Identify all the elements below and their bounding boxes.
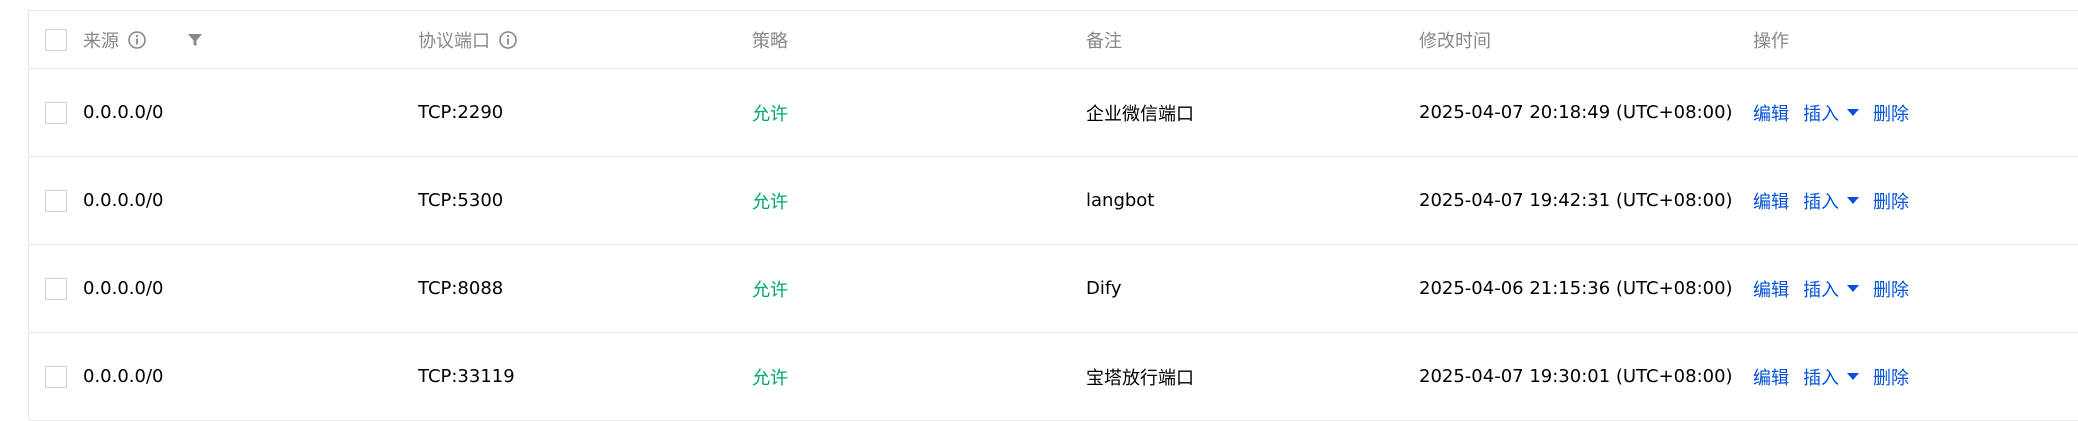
- table-row: 0.0.0.0/0 TCP:33119 允许 宝塔放行端口 2025-04-07…: [29, 333, 2078, 421]
- insert-link[interactable]: 插入: [1803, 364, 1839, 390]
- header-modified-time-label: 修改时间: [1419, 30, 1491, 52]
- edit-link[interactable]: 编辑: [1753, 364, 1789, 390]
- row-policy: 允许: [752, 279, 788, 301]
- row-note: 宝塔放行端口: [1086, 367, 1194, 389]
- header-note: 备注: [1086, 11, 1122, 68]
- header-source-label: 来源: [83, 30, 119, 52]
- row-protocol-port: TCP:2290: [418, 102, 504, 123]
- info-circle-icon[interactable]: [127, 30, 147, 50]
- edit-link[interactable]: 编辑: [1753, 100, 1789, 126]
- delete-link[interactable]: 删除: [1873, 364, 1909, 390]
- table-row: 0.0.0.0/0 TCP:8088 允许 Dify 2025-04-06 21…: [29, 245, 2078, 333]
- header-policy-label: 策略: [752, 30, 788, 52]
- edit-link[interactable]: 编辑: [1753, 276, 1789, 302]
- edit-link[interactable]: 编辑: [1753, 188, 1789, 214]
- info-circle-icon[interactable]: [498, 30, 518, 50]
- delete-link[interactable]: 删除: [1873, 276, 1909, 302]
- row-checkbox[interactable]: [45, 277, 67, 300]
- row-protocol-port: TCP:8088: [418, 278, 504, 299]
- row-actions: 编辑 插入 删除: [1753, 333, 1909, 420]
- row-modified-time: 2025-04-07 19:42:31 (UTC+08:00): [1419, 190, 1733, 211]
- row-note: 企业微信端口: [1086, 103, 1194, 125]
- row-policy: 允许: [752, 103, 788, 125]
- header-policy: 策略: [752, 11, 788, 68]
- row-modified-time: 2025-04-06 21:15:36 (UTC+08:00): [1419, 278, 1733, 299]
- row-source: 0.0.0.0/0: [83, 366, 164, 387]
- row-protocol-port: TCP:33119: [418, 366, 515, 387]
- row-actions: 编辑 插入 删除: [1753, 69, 1909, 156]
- caret-down-icon[interactable]: [1847, 197, 1859, 204]
- header-modified-time: 修改时间: [1419, 11, 1491, 68]
- header-actions: 操作: [1753, 11, 1789, 68]
- header-note-label: 备注: [1086, 30, 1122, 52]
- row-modified-time: 2025-04-07 20:18:49 (UTC+08:00): [1419, 102, 1733, 123]
- table-header: 来源 协议端口 策略 备注 修改时间 操作: [29, 11, 2078, 69]
- row-source: 0.0.0.0/0: [83, 278, 164, 299]
- caret-down-icon[interactable]: [1847, 285, 1859, 292]
- header-source: 来源: [83, 11, 147, 68]
- row-actions: 编辑 插入 删除: [1753, 245, 1909, 332]
- caret-down-icon[interactable]: [1847, 109, 1859, 116]
- row-note: langbot: [1086, 190, 1155, 211]
- row-policy: 允许: [752, 191, 788, 213]
- delete-link[interactable]: 删除: [1873, 188, 1909, 214]
- table-row: 0.0.0.0/0 TCP:2290 允许 企业微信端口 2025-04-07 …: [29, 69, 2078, 157]
- header-protocol-port: 协议端口: [418, 11, 518, 68]
- insert-link[interactable]: 插入: [1803, 188, 1839, 214]
- row-policy: 允许: [752, 367, 788, 389]
- row-note: Dify: [1086, 278, 1122, 299]
- row-checkbox[interactable]: [45, 101, 67, 124]
- row-source: 0.0.0.0/0: [83, 102, 164, 123]
- row-actions: 编辑 插入 删除: [1753, 157, 1909, 244]
- caret-down-icon[interactable]: [1847, 373, 1859, 380]
- header-protocol-port-label: 协议端口: [418, 30, 490, 52]
- row-modified-time: 2025-04-07 19:30:01 (UTC+08:00): [1419, 366, 1733, 387]
- header-filter: [185, 11, 205, 68]
- row-source: 0.0.0.0/0: [83, 190, 164, 211]
- row-checkbox[interactable]: [45, 189, 67, 212]
- filter-icon[interactable]: [185, 30, 205, 50]
- security-group-rules-table: 来源 协议端口 策略 备注 修改时间 操作 0.0.0.0/0 TCP:2290…: [28, 10, 2078, 421]
- row-checkbox[interactable]: [45, 365, 67, 388]
- insert-link[interactable]: 插入: [1803, 100, 1839, 126]
- table-row: 0.0.0.0/0 TCP:5300 允许 langbot 2025-04-07…: [29, 157, 2078, 245]
- row-protocol-port: TCP:5300: [418, 190, 504, 211]
- insert-link[interactable]: 插入: [1803, 276, 1839, 302]
- header-actions-label: 操作: [1753, 30, 1789, 52]
- select-all-checkbox[interactable]: [45, 28, 67, 51]
- delete-link[interactable]: 删除: [1873, 100, 1909, 126]
